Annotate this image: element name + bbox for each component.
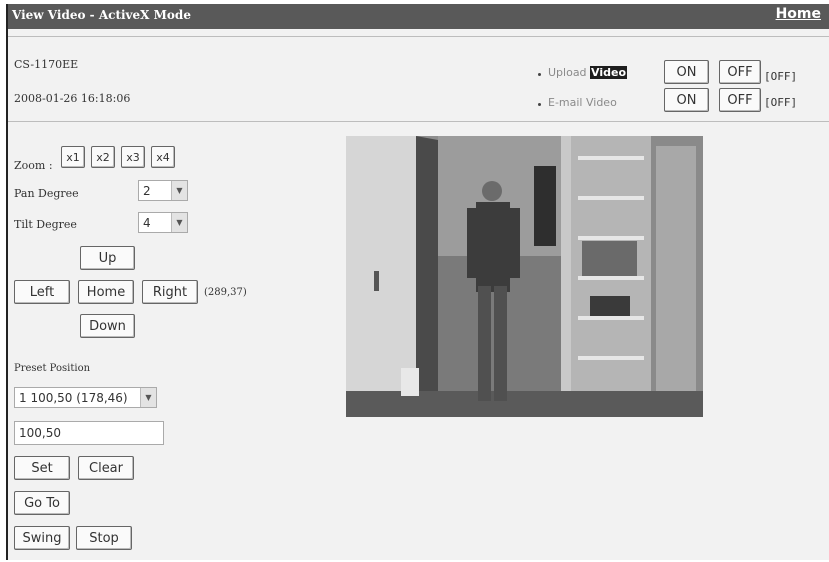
right-button[interactable]: Right — [142, 280, 198, 304]
chevron-down-icon: ▼ — [140, 388, 156, 407]
set-preset-button[interactable]: Set — [14, 456, 70, 480]
goto-preset-button[interactable]: Go To — [14, 491, 70, 515]
upload-video-highlight: Video — [590, 66, 628, 79]
title-bar: View Video - ActiveX Mode Home — [8, 4, 829, 29]
pan-degree-select[interactable]: 2 ▼ — [138, 180, 188, 201]
timestamp: 2008-01-26 16:18:06 — [14, 92, 131, 105]
email-video-label: E-mail Video — [548, 96, 617, 109]
divider — [8, 121, 829, 122]
email-on-button[interactable]: ON — [664, 88, 709, 112]
zoom-x3-button[interactable]: x3 — [121, 146, 145, 168]
email-status: [OFF] — [764, 96, 798, 109]
home-button[interactable]: Home — [78, 280, 134, 304]
upload-prefix: Upload — [548, 66, 591, 79]
video-feed[interactable] — [346, 136, 703, 417]
bullet-icon — [538, 73, 541, 76]
zoom-x4-button[interactable]: x4 — [151, 146, 175, 168]
down-button[interactable]: Down — [80, 314, 135, 338]
swing-button[interactable]: Swing — [14, 526, 70, 550]
window-title: View Video - ActiveX Mode — [12, 8, 191, 22]
clear-preset-button[interactable]: Clear — [78, 456, 134, 480]
zoom-x1-button[interactable]: x1 — [61, 146, 85, 168]
pan-degree-value: 2 — [143, 183, 151, 198]
upload-off-button[interactable]: OFF — [719, 60, 761, 84]
home-link[interactable]: Home — [776, 6, 821, 22]
pan-tilt-coordinates: (289,37) — [204, 287, 247, 298]
pan-degree-label: Pan Degree — [14, 187, 79, 200]
preset-position-value: 1 100,50 (178,46) — [19, 390, 128, 405]
chevron-down-icon: ▼ — [171, 213, 187, 232]
left-button[interactable]: Left — [14, 280, 70, 304]
email-off-button[interactable]: OFF — [719, 88, 761, 112]
app-frame: View Video - ActiveX Mode Home CS-1170EE… — [6, 4, 829, 560]
divider — [8, 36, 829, 37]
device-name: CS-1170EE — [14, 58, 79, 71]
preset-name-input[interactable] — [14, 421, 164, 445]
bullet-icon — [538, 103, 541, 106]
preset-position-label: Preset Position — [14, 363, 91, 374]
stop-button[interactable]: Stop — [76, 526, 132, 550]
zoom-x2-button[interactable]: x2 — [91, 146, 115, 168]
chevron-down-icon: ▼ — [171, 181, 187, 200]
tilt-degree-value: 4 — [143, 215, 151, 230]
zoom-label: Zoom : — [14, 159, 53, 172]
tilt-degree-label: Tilt Degree — [14, 218, 77, 231]
upload-video-label: Upload Video — [548, 66, 628, 79]
preset-position-select[interactable]: 1 100,50 (178,46) ▼ — [14, 387, 157, 408]
up-button[interactable]: Up — [80, 246, 135, 270]
upload-status: [OFF] — [764, 70, 798, 83]
camera-image — [346, 136, 703, 417]
tilt-degree-select[interactable]: 4 ▼ — [138, 212, 188, 233]
upload-on-button[interactable]: ON — [664, 60, 709, 84]
